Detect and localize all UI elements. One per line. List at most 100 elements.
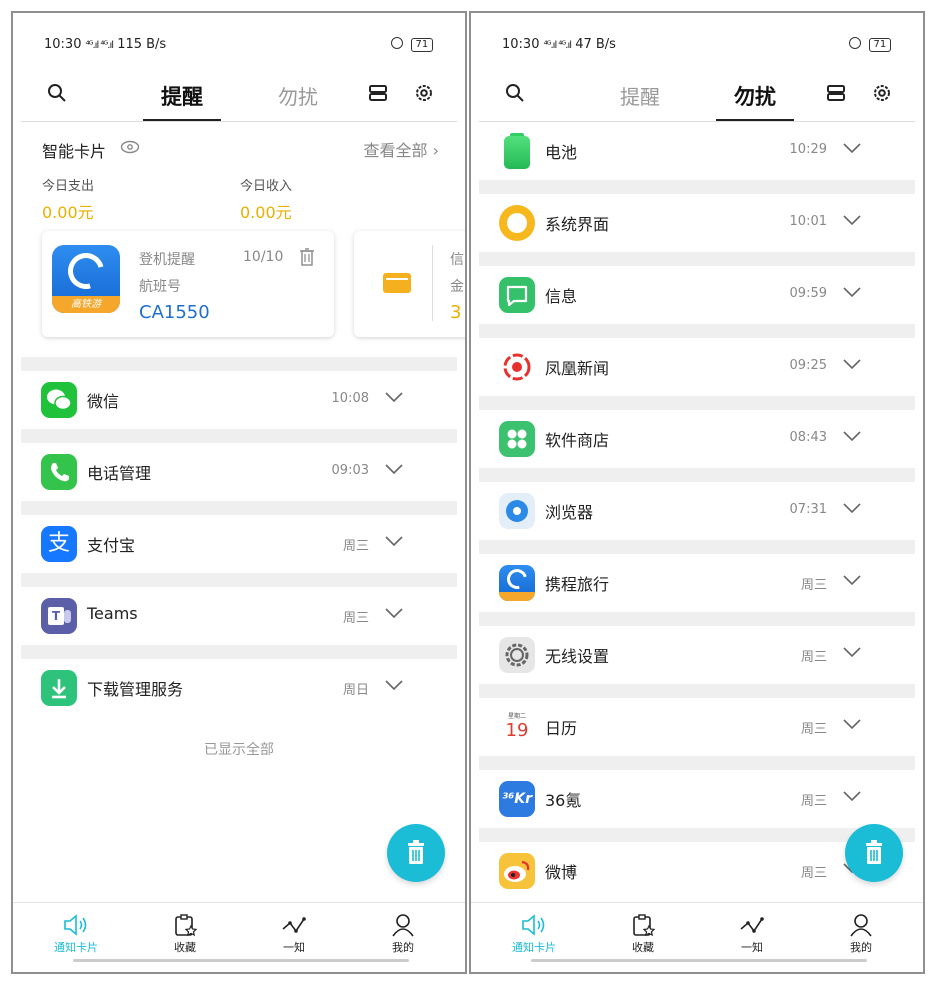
app-time: 周三 [800, 650, 827, 665]
app-name: Teams [87, 604, 138, 623]
left-phone-screen: 10:30 ⁴ᴳ.ıl ⁴ᴳ.ıl 115 B/s 71 提醒 勿扰 智能卡片 … [11, 11, 467, 974]
flight-reminder-card[interactable]: 高铁游 登机提醒 10/10 航班号 CA1550 [42, 231, 334, 337]
section-gap [479, 468, 915, 482]
status-bar: 10:30 ⁴ᴳ.ıl ⁴ᴳ.ıl 47 B/s 71 [502, 37, 892, 52]
network-speed: 47 B/s [575, 37, 616, 52]
card-text-2: 金 [450, 279, 464, 295]
section-gap [21, 645, 457, 659]
app-time: 09:59 [789, 286, 827, 301]
list-item-app-store[interactable]: 软件商店 08:43 [479, 410, 915, 468]
chevron-down-icon[interactable] [842, 285, 862, 299]
app-name: 携程旅行 [545, 575, 610, 594]
chevron-down-icon[interactable] [384, 678, 404, 692]
nav-notification-cards[interactable]: 通知卡片 [41, 913, 111, 955]
nav-yizhi[interactable]: 一知 [259, 913, 329, 955]
chevron-down-icon[interactable] [842, 789, 862, 803]
list-item-wechat[interactable]: 微信 10:08 [21, 371, 457, 429]
flight-number-label: 航班号 [139, 279, 181, 295]
app-time: 07:31 [789, 502, 827, 517]
list-item-wireless-settings[interactable]: 无线设置 周三 [479, 626, 915, 684]
clear-all-button[interactable] [845, 824, 903, 882]
view-all-link[interactable]: 查看全部 › [364, 137, 440, 161]
section-gap [21, 501, 457, 515]
chevron-down-icon[interactable] [384, 606, 404, 620]
tab-remind[interactable]: 提醒 [161, 81, 203, 111]
list-item-browser[interactable]: 浏览器 07:31 [479, 482, 915, 540]
chevron-down-icon[interactable] [842, 501, 862, 515]
spend-value: 0.00元 [42, 203, 94, 222]
tab-nodisturb[interactable]: 勿扰 [278, 81, 318, 110]
ctrip-app-icon: 高铁游 [52, 245, 120, 313]
phoenix-icon [499, 349, 535, 385]
app-time: 周三 [800, 578, 827, 593]
list-item-36kr[interactable]: ³⁶Kr 36氪 周三 [479, 770, 915, 828]
trash-icon [866, 840, 882, 864]
list-item-ifeng-news[interactable]: 凤凰新闻 09:25 [479, 338, 915, 396]
list-item-messages[interactable]: 信息 09:59 [479, 266, 915, 324]
chevron-down-icon[interactable] [842, 357, 862, 371]
chevron-down-icon[interactable] [384, 462, 404, 476]
nav-favorites[interactable]: 收藏 [608, 913, 678, 955]
nav-favorites[interactable]: 收藏 [150, 913, 220, 955]
tab-nodisturb[interactable]: 勿扰 [734, 81, 776, 111]
list-item-calendar[interactable]: 星期二 19 日历 周三 [479, 698, 915, 756]
trash-icon[interactable] [298, 247, 316, 267]
constellation-icon [282, 917, 306, 933]
list-item-system-ui[interactable]: 系统界面 10:01 [479, 194, 915, 252]
app-time: 周三 [800, 866, 827, 881]
nav-notification-cards[interactable]: 通知卡片 [499, 913, 569, 955]
app-time: 周日 [342, 683, 369, 698]
36kr-icon: ³⁶Kr [499, 781, 535, 817]
gear-icon[interactable] [870, 81, 894, 105]
bottom-nav: 通知卡片 收藏 一知 我的 [13, 902, 465, 972]
layout-toggle-icon[interactable] [824, 81, 848, 105]
chevron-down-icon[interactable] [842, 141, 862, 155]
list-item-battery[interactable]: 电池 10:29 [479, 122, 915, 180]
list-end-text: 已显示全部 [204, 742, 274, 758]
app-name: 日历 [545, 719, 578, 738]
list-item-ctrip[interactable]: 携程旅行 周三 [479, 554, 915, 612]
section-gap [21, 573, 457, 587]
network-speed: 115 B/s [117, 37, 167, 52]
chevron-down-icon[interactable] [842, 213, 862, 227]
nav-mine[interactable]: 我的 [826, 913, 896, 955]
person-icon [850, 914, 872, 937]
search-icon[interactable] [503, 81, 527, 105]
chevron-down-icon[interactable] [384, 390, 404, 404]
wallet-icon [383, 273, 411, 293]
gear-icon[interactable] [412, 81, 436, 105]
battery-icon: 71 [868, 38, 892, 52]
list-item-teams[interactable]: T Teams 周三 [21, 587, 457, 645]
app-store-icon [499, 421, 535, 457]
list-item-download-manager[interactable]: 下载管理服务 周日 [21, 659, 457, 717]
chevron-down-icon[interactable] [842, 573, 862, 587]
right-phone-screen: 10:30 ⁴ᴳ.ıl ⁴ᴳ.ıl 47 B/s 71 提醒 勿扰 电池 10:… [469, 11, 925, 974]
nav-yizhi[interactable]: 一知 [717, 913, 787, 955]
clear-all-button[interactable] [387, 824, 445, 882]
eye-icon[interactable] [120, 140, 140, 154]
divider [21, 121, 457, 122]
app-time: 周三 [342, 611, 369, 626]
clipboard-star-icon [633, 914, 656, 937]
list-item-phone-manager[interactable]: 电话管理 09:03 [21, 443, 457, 501]
chevron-down-icon[interactable] [842, 645, 862, 659]
chevron-down-icon[interactable] [842, 717, 862, 731]
tab-remind[interactable]: 提醒 [620, 81, 660, 110]
chevron-down-icon[interactable] [842, 429, 862, 443]
layout-toggle-icon[interactable] [366, 81, 390, 105]
search-icon[interactable] [45, 81, 69, 105]
list-item-alipay[interactable]: 支 支付宝 周三 [21, 515, 457, 573]
weibo-icon [499, 853, 535, 889]
payment-card[interactable]: 信 金 3 [354, 231, 465, 337]
flight-number: CA1550 [139, 302, 210, 323]
system-ui-icon [499, 205, 535, 241]
chevron-down-icon[interactable] [384, 534, 404, 548]
status-bar: 10:30 ⁴ᴳ.ıl ⁴ᴳ.ıl 115 B/s 71 [44, 37, 434, 52]
nav-mine[interactable]: 我的 [368, 913, 438, 955]
home-indicator [531, 959, 867, 962]
section-gap [479, 252, 915, 266]
lock-rotation-icon [391, 37, 403, 49]
status-time: 10:30 [44, 37, 82, 52]
gear-icon [499, 637, 535, 673]
nav-label: 收藏 [632, 941, 654, 954]
